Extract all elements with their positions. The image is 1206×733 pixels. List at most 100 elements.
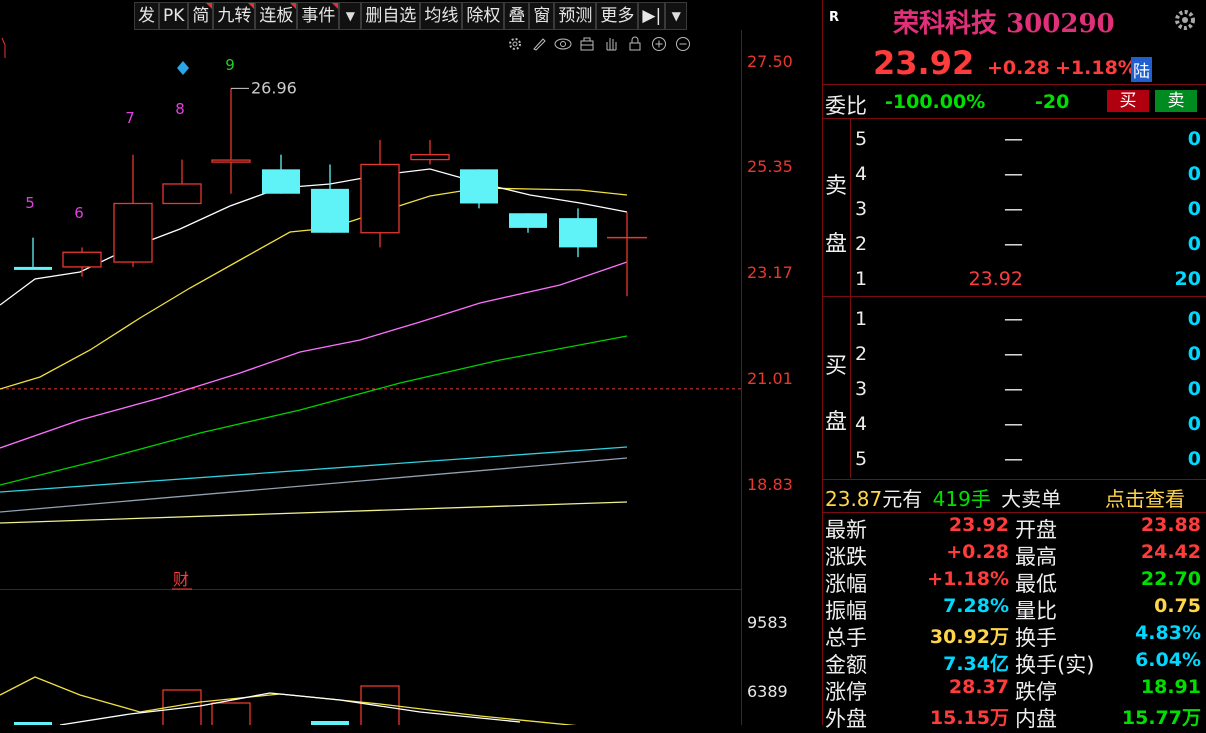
orderbook-row[interactable]: 5 — 0	[823, 448, 1206, 474]
stat-row: 涨幅 +1.18% 最低 22.70	[823, 568, 1206, 596]
orderbook-level: 5	[855, 128, 868, 150]
orderbook-price: —	[1004, 448, 1023, 470]
stat-value: +0.28	[946, 541, 1009, 563]
orderbook-row[interactable]: 2 — 0	[823, 343, 1206, 369]
stat-row: 外盘 15.15万 内盘 15.77万	[823, 703, 1206, 731]
price-tick-label: 18.83	[747, 475, 793, 494]
td-count-label: 6	[74, 204, 84, 222]
stat-value: 7.28%	[943, 595, 1009, 617]
stat-label: 量比	[1015, 599, 1057, 623]
candle-body	[410, 154, 450, 161]
view-details-link[interactable]: 点击查看	[1105, 483, 1185, 512]
stat-label: 外盘	[825, 707, 867, 731]
orderbook-level: 5	[855, 448, 868, 470]
big-order-bar[interactable]: 23.87元有 419手 大卖单	[825, 483, 1061, 512]
volume-bar	[311, 721, 349, 725]
orderbook-volume: 0	[1187, 448, 1201, 470]
orderbook-price: —	[1004, 343, 1023, 365]
orderbook-volume: 0	[1187, 198, 1201, 220]
toolbar-button[interactable]: 九转	[213, 2, 256, 30]
stat-label: 换手	[1015, 626, 1057, 650]
weibi-pct: -100.00%	[885, 91, 986, 113]
stat-row: 涨停 28.37 跌停 18.91	[823, 676, 1206, 704]
ma30-line	[0, 335, 628, 486]
big-order-lots: 419手	[932, 487, 991, 511]
weibi-label: 委比	[825, 94, 867, 118]
toolbar-button[interactable]: 删自选	[361, 2, 421, 30]
rights-badge: R	[829, 10, 840, 25]
stat-value: 15.15万	[929, 707, 1009, 729]
stat-row: 最新 23.92 开盘 23.88	[823, 514, 1206, 542]
stock-name: 荣科科技	[893, 9, 998, 39]
stat-row: 金额 7.34亿 换手(实) 6.04%	[823, 649, 1206, 677]
price-change: +0.28	[987, 57, 1050, 79]
orderbook-price: —	[1004, 163, 1023, 185]
volume-chart[interactable]	[0, 592, 742, 725]
price-tick-label: 27.50	[747, 52, 793, 71]
ma20-line	[0, 261, 628, 449]
orderbook-row[interactable]: 1 23.92 20	[823, 268, 1206, 294]
orderbook-price: —	[1004, 308, 1023, 330]
volume-bar	[211, 702, 251, 725]
toolbar-button[interactable]: ▼	[339, 2, 362, 30]
stat-value: 24.42	[1140, 541, 1201, 563]
toolbar-button[interactable]: 除权	[462, 2, 505, 30]
toolbar-button[interactable]: 叠	[504, 2, 530, 30]
candle-body	[460, 169, 498, 204]
orderbook-row[interactable]: 3 — 0	[823, 378, 1206, 404]
orderbook-volume: 0	[1187, 128, 1201, 150]
sell-button[interactable]: 卖	[1155, 90, 1197, 112]
diamond-marker-icon	[177, 61, 189, 75]
orderbook-row[interactable]: 2 — 0	[823, 233, 1206, 259]
toolbar-button[interactable]: 更多	[596, 2, 639, 30]
orderbook-volume: 0	[1187, 343, 1201, 365]
toolbar-button[interactable]: 预测	[554, 2, 597, 30]
td-count-label: 5	[25, 194, 35, 212]
stat-row: 涨跌 +0.28 最高 24.42	[823, 541, 1206, 569]
orderbook-price: —	[1004, 198, 1023, 220]
toolbar-button[interactable]: 发	[134, 2, 159, 30]
buy-button[interactable]: 买	[1107, 90, 1149, 112]
orderbook-level: 2	[855, 233, 868, 255]
toolbar-button[interactable]: 均线	[420, 2, 463, 30]
last-price: 23.92	[873, 44, 975, 82]
stat-label: 振幅	[825, 599, 867, 623]
volume-ma5-line	[0, 676, 577, 725]
toolbar-button[interactable]: ▶|	[638, 2, 666, 30]
orderbook-row[interactable]: 4 — 0	[823, 163, 1206, 189]
stat-value: 18.91	[1140, 676, 1201, 698]
toolbar-button[interactable]: ▼	[665, 2, 688, 30]
candle-body	[559, 218, 597, 248]
volume-tick-label: 6389	[747, 682, 788, 701]
toolbar-button[interactable]: PK	[159, 2, 189, 30]
orderbook-volume: 0	[1187, 413, 1201, 435]
orderbook-level: 2	[855, 343, 868, 365]
candle-body	[262, 169, 300, 194]
stat-label: 最低	[1015, 572, 1057, 596]
orderbook-price: —	[1004, 233, 1023, 255]
stat-row: 总手 30.92万 换手 4.83%	[823, 622, 1206, 650]
stat-label: 换手(实)	[1015, 653, 1095, 677]
orderbook-row[interactable]: 4 — 0	[823, 413, 1206, 439]
stat-label: 总手	[825, 626, 867, 650]
toolbar-button[interactable]: 事件	[297, 2, 340, 30]
stat-value: 23.88	[1140, 514, 1201, 536]
candle-body	[360, 163, 400, 234]
stat-label: 开盘	[1015, 518, 1057, 542]
stat-row: 振幅 7.28% 量比 0.75	[823, 595, 1206, 623]
toolbar-button[interactable]: 连板	[255, 2, 298, 30]
orderbook-row[interactable]: 1 — 0	[823, 308, 1206, 334]
stat-label: 涨停	[825, 680, 867, 704]
stat-value: 7.34亿	[943, 653, 1009, 675]
candlestick-chart[interactable]: 26.96 5 6 7 8 9 财	[0, 30, 742, 590]
orderbook-row[interactable]: 5 — 0	[823, 128, 1206, 154]
quote-panel: R 荣科科技 300290 23.92 +0.28 +1.18% 陆 委比 -1…	[822, 0, 1206, 731]
candle-body	[113, 202, 153, 263]
orderbook-row[interactable]: 3 — 0	[823, 198, 1206, 224]
toolbar-button[interactable]: 简	[188, 2, 214, 30]
stat-value: 28.37	[948, 676, 1009, 698]
td-count-label: 9	[225, 56, 235, 74]
big-order-text: 大卖单	[1001, 487, 1062, 511]
toolbar-button[interactable]: 窗	[529, 2, 555, 30]
settings-gear-icon[interactable]	[1173, 8, 1197, 36]
